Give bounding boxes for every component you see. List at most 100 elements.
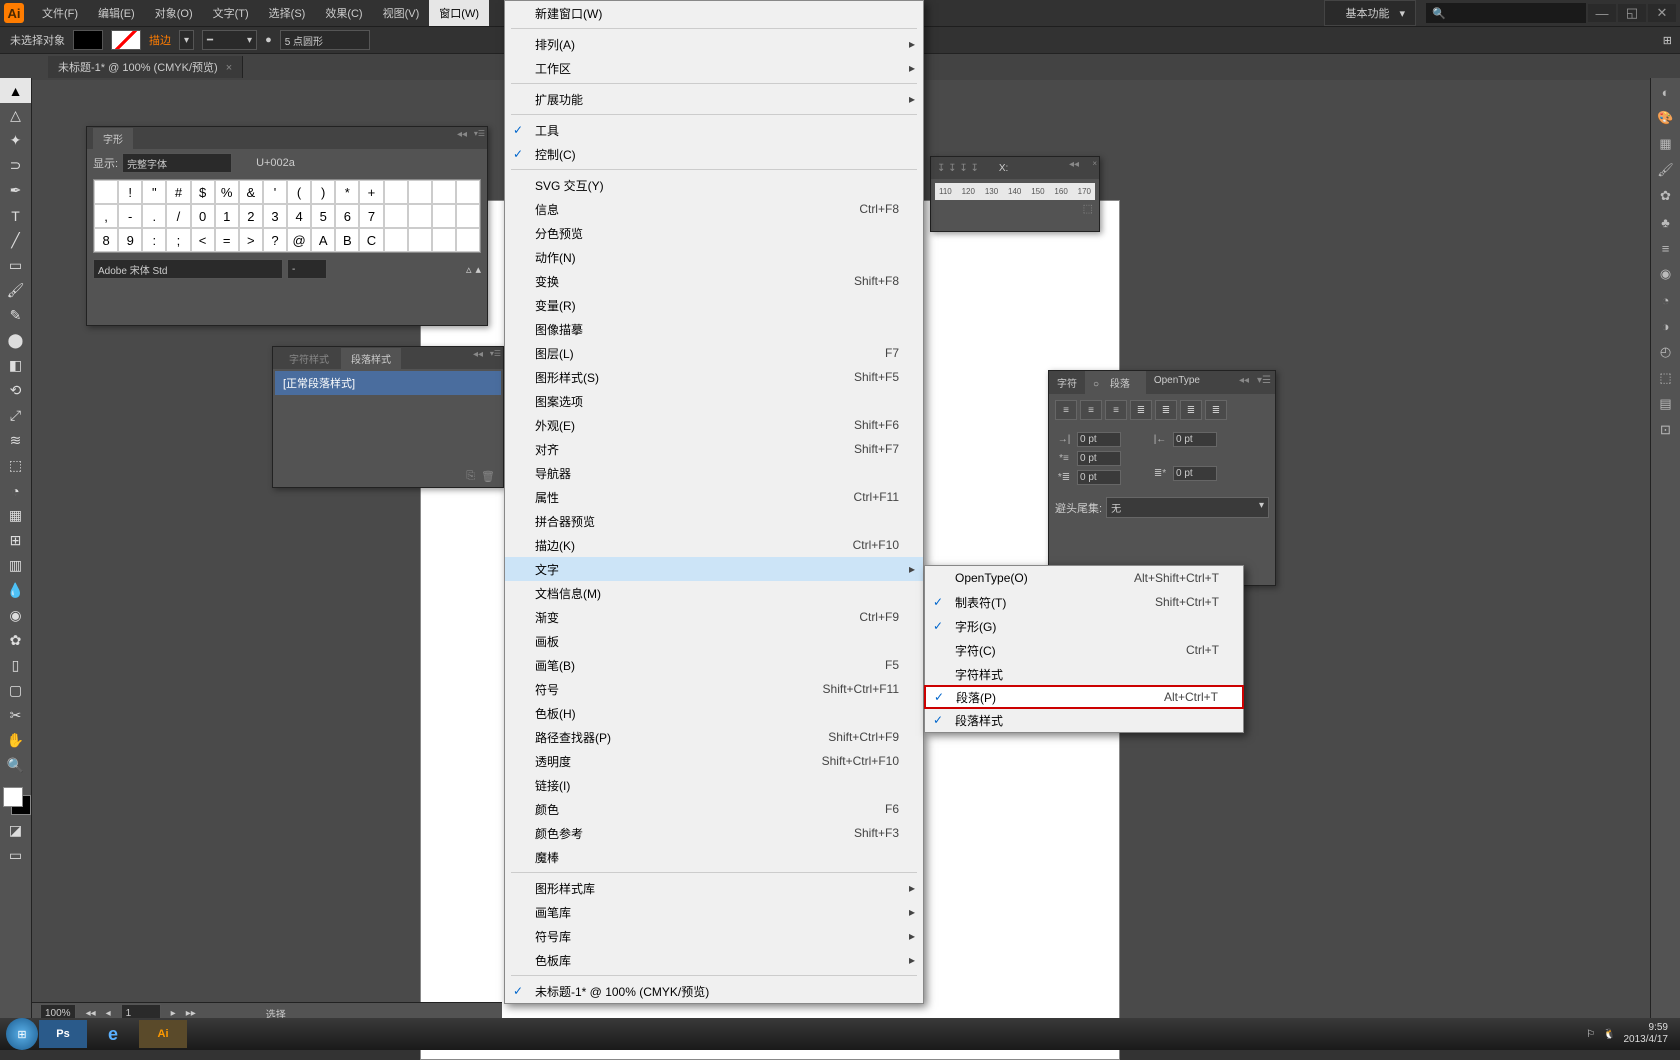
first-line-input[interactable] xyxy=(1077,451,1121,466)
menu-item[interactable]: 图案选项 xyxy=(505,389,923,413)
panel-icon-2[interactable]: 🎨 xyxy=(1651,106,1680,130)
menu-object[interactable]: 对象(O) xyxy=(145,0,203,26)
maximize-button[interactable]: ◱ xyxy=(1618,4,1646,22)
panel-tab-glyphs[interactable]: 字形 xyxy=(93,128,133,149)
glyph-cell[interactable]: 7 xyxy=(359,204,383,228)
perspective-tool[interactable]: ▦ xyxy=(0,503,31,528)
glyph-cell[interactable]: B xyxy=(335,228,359,252)
menu-view[interactable]: 视图(V) xyxy=(373,0,430,26)
blob-brush-tool[interactable]: ⬤ xyxy=(0,328,31,353)
glyph-cell[interactable]: ? xyxy=(263,228,287,252)
gradient-tool[interactable]: ▥ xyxy=(0,553,31,578)
tab-char-styles[interactable]: 字符样式 xyxy=(279,348,339,369)
glyph-cell[interactable]: $ xyxy=(191,180,215,204)
panel-icon-10[interactable]: ◑ xyxy=(1651,314,1680,338)
taskbar-ie[interactable]: e xyxy=(89,1020,137,1048)
glyph-cell[interactable]: 3 xyxy=(263,204,287,228)
menu-item[interactable]: 分色预览 xyxy=(505,221,923,245)
panel-menu-icon[interactable]: ▾☰ xyxy=(490,349,501,358)
search-input[interactable]: 🔍 xyxy=(1426,3,1586,23)
glyph-cell[interactable]: , xyxy=(94,204,118,228)
eraser-tool[interactable]: ◧ xyxy=(0,353,31,378)
symbol-sprayer-tool[interactable]: ✿ xyxy=(0,628,31,653)
glyph-cell[interactable]: % xyxy=(215,180,239,204)
eyedropper-tool[interactable]: 💧 xyxy=(0,578,31,603)
submenu-item[interactable]: ✓制表符(T)Shift+Ctrl+T xyxy=(925,590,1243,614)
menu-item[interactable]: 颜色F6 xyxy=(505,797,923,821)
submenu-item[interactable]: ✓段落样式 xyxy=(925,708,1243,732)
menu-item[interactable]: 排列(A)▸ xyxy=(505,32,923,56)
glyph-cell[interactable]: 0 xyxy=(191,204,215,228)
menu-item[interactable]: 链接(I) xyxy=(505,773,923,797)
glyph-cell[interactable]: ' xyxy=(263,180,287,204)
rectangle-tool[interactable]: ▭ xyxy=(0,253,31,278)
glyph-grid[interactable]: !"#$%&'()*+,-./0123456789:;<=>?@ABC xyxy=(93,179,481,253)
direct-selection-tool[interactable]: △ xyxy=(0,103,31,128)
glyph-cell[interactable]: 8 xyxy=(94,228,118,252)
close-tab-icon[interactable]: × xyxy=(226,62,232,74)
menu-item[interactable]: 色板(H) xyxy=(505,701,923,725)
glyph-cell[interactable]: 9 xyxy=(118,228,142,252)
fill-swatch[interactable] xyxy=(73,30,103,50)
glyph-cell[interactable] xyxy=(94,180,118,204)
indent-left-input[interactable] xyxy=(1077,432,1121,447)
glyph-cell[interactable]: / xyxy=(166,204,190,228)
glyph-cell[interactable]: ; xyxy=(166,228,190,252)
panel-icon-5[interactable]: ✿ xyxy=(1651,184,1680,208)
close-icon[interactable]: × xyxy=(1092,159,1097,168)
collapse-icon[interactable]: ◂◂ xyxy=(473,349,483,360)
type-tool[interactable]: T xyxy=(0,203,31,228)
submenu-item[interactable]: ✓段落(P)Alt+Ctrl+T xyxy=(924,685,1244,709)
tab-paragraph[interactable]: ○ 段落 xyxy=(1085,371,1146,394)
justify-left-button[interactable]: ≣ xyxy=(1130,400,1152,420)
magnet-icon[interactable]: ⬚ xyxy=(935,200,1095,217)
color-mode-icon[interactable]: ◪ xyxy=(0,818,31,843)
glyph-cell[interactable]: 4 xyxy=(287,204,311,228)
tabs-ruler-panel[interactable]: ↧ ↧ ↧ ↧ X: ◂◂ × 110120130140150160170 ⬚ xyxy=(930,156,1100,232)
panel-icon-9[interactable]: ◔ xyxy=(1651,288,1680,312)
zoom-tool[interactable]: 🔍 xyxy=(0,753,31,778)
glyph-cell[interactable]: > xyxy=(239,228,263,252)
taskbar-illustrator[interactable]: Ai xyxy=(139,1020,187,1048)
glyph-cell[interactable]: & xyxy=(239,180,263,204)
slice-tool[interactable]: ✂ xyxy=(0,703,31,728)
artboard-tool[interactable]: ▢ xyxy=(0,678,31,703)
paragraph-styles-panel[interactable]: 字符样式 段落样式 ◂◂ ▾☰ [正常段落样式] ⎘ 🗑 xyxy=(272,346,504,488)
glyph-cell[interactable]: . xyxy=(142,204,166,228)
fill-stroke-proxy[interactable] xyxy=(0,784,31,818)
graph-tool[interactable]: ▯ xyxy=(0,653,31,678)
menu-item[interactable]: ✓工具 xyxy=(505,118,923,142)
show-dropdown[interactable]: 完整字体 xyxy=(122,153,232,173)
indent-right-input[interactable] xyxy=(1173,432,1217,447)
panel-icon-7[interactable]: ≡ xyxy=(1651,236,1680,260)
space-after-input[interactable] xyxy=(1173,466,1217,481)
style-item-normal[interactable]: [正常段落样式] xyxy=(275,371,501,395)
new-style-icon[interactable]: ⎘ xyxy=(466,470,475,483)
menu-item[interactable]: 图像描摹 xyxy=(505,317,923,341)
menu-item[interactable]: ✓未标题-1* @ 100% (CMYK/预览) xyxy=(505,979,923,1003)
brush-tool[interactable]: 🖌 xyxy=(0,278,31,303)
glyph-cell[interactable]: ) xyxy=(311,180,335,204)
glyph-cell[interactable]: : xyxy=(142,228,166,252)
glyph-cell[interactable]: A xyxy=(311,228,335,252)
menu-file[interactable]: 文件(F) xyxy=(32,0,88,26)
tab-align-icons[interactable]: ↧ ↧ ↧ ↧ xyxy=(937,163,979,174)
menu-item[interactable]: 变量(R) xyxy=(505,293,923,317)
menu-item[interactable]: 透明度Shift+Ctrl+F10 xyxy=(505,749,923,773)
menu-item[interactable]: 颜色参考Shift+F3 xyxy=(505,821,923,845)
line-tool[interactable]: ╱ xyxy=(0,228,31,253)
menu-item[interactable]: 信息Ctrl+F8 xyxy=(505,197,923,221)
menu-item[interactable]: 画板 xyxy=(505,629,923,653)
glyph-cell[interactable]: 5 xyxy=(311,204,335,228)
hanging-dropdown[interactable]: 无 ▾ xyxy=(1106,497,1269,518)
screen-mode-icon[interactable]: ▭ xyxy=(0,843,31,868)
glyph-cell[interactable]: ! xyxy=(118,180,142,204)
submenu-item[interactable]: 字符(C)Ctrl+T xyxy=(925,638,1243,662)
mesh-tool[interactable]: ⊞ xyxy=(0,528,31,553)
menu-window[interactable]: 窗口(W) xyxy=(429,0,489,26)
glyph-cell[interactable]: @ xyxy=(287,228,311,252)
menu-item[interactable]: 描边(K)Ctrl+F10 xyxy=(505,533,923,557)
taskbar-photoshop[interactable]: Ps xyxy=(39,1020,87,1048)
justify-right-button[interactable]: ≣ xyxy=(1180,400,1202,420)
panel-menu-icon[interactable]: ▾☰ xyxy=(474,129,485,138)
